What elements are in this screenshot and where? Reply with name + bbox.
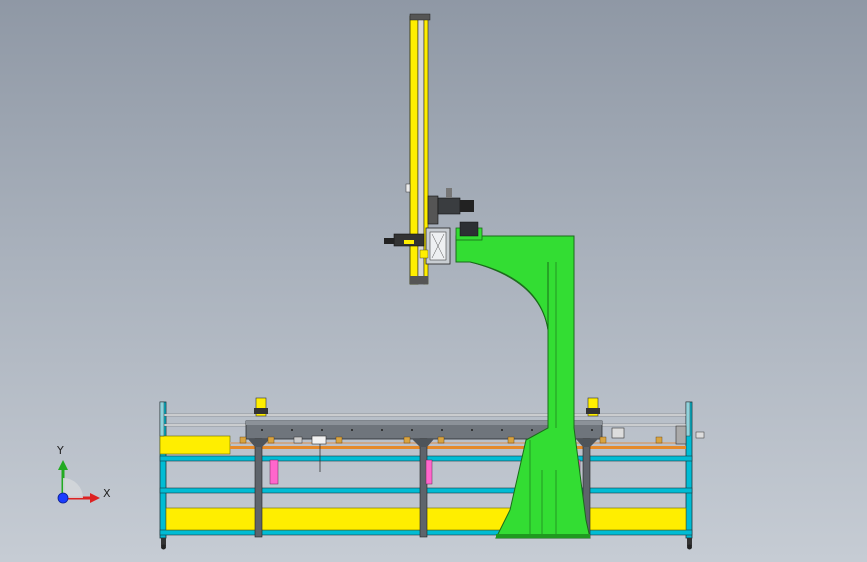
x-axis-arrowhead (90, 493, 100, 503)
y-axis-arrowhead (58, 460, 68, 470)
axis-triad: Y X (56, 444, 111, 504)
x-axis-label: X (103, 487, 111, 500)
y-axis-label: Y (56, 444, 64, 457)
origin-marker (57, 492, 69, 504)
beam-components (239, 397, 705, 485)
cad-viewport[interactable]: Y X (0, 0, 867, 562)
